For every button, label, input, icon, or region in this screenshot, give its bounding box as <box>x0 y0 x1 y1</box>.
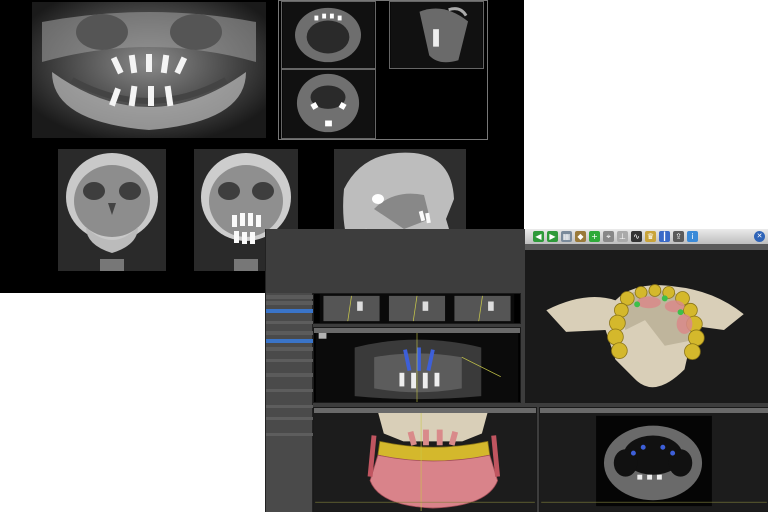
crown-icon[interactable]: ♛ <box>645 231 656 242</box>
implant-planning-software: ◀ ▶ ▦ ◆ + ⌖ ⊥ ∿ ♛ ┃ ⇪ i ✕ <box>265 229 768 512</box>
cross-section-thumbnails[interactable] <box>313 293 521 324</box>
nerve-icon[interactable]: ∿ <box>631 231 642 242</box>
sidebar-item[interactable] <box>266 301 313 305</box>
sidebar-divider <box>266 359 313 362</box>
ct-sagittal-slice <box>389 1 484 69</box>
cube-icon[interactable]: ◆ <box>575 231 586 242</box>
sidebar-divider <box>266 321 313 324</box>
view-header <box>314 408 536 413</box>
sidebar-divider <box>266 417 313 420</box>
add-icon[interactable]: + <box>589 231 600 242</box>
object-sidebar <box>266 293 313 512</box>
sidebar-item[interactable] <box>266 347 313 351</box>
3d-frontal-view[interactable] <box>313 407 537 512</box>
sidebar-item[interactable] <box>266 295 313 299</box>
panoramic-reformat-view[interactable] <box>313 327 521 403</box>
sidebar-divider <box>266 405 313 408</box>
screenshot-collage: ◀ ▶ ▦ ◆ + ⌖ ⊥ ∿ ♛ ┃ ⇪ i ✕ <box>0 0 768 512</box>
panoramic-xray <box>32 2 266 138</box>
sidebar-divider <box>266 433 313 436</box>
close-icon[interactable]: ✕ <box>754 231 765 242</box>
ct-mpr-grid <box>278 0 488 140</box>
sidebar-divider <box>266 389 313 392</box>
info-icon[interactable]: i <box>687 231 698 242</box>
forward-icon[interactable]: ▶ <box>547 231 558 242</box>
back-icon[interactable]: ◀ <box>533 231 544 242</box>
export-icon[interactable]: ⇪ <box>673 231 684 242</box>
ruler-icon[interactable]: ┃ <box>659 231 670 242</box>
sidebar-item-selected[interactable] <box>266 309 313 313</box>
pa-skull-xray-preop <box>58 149 166 271</box>
ct-coronal-slice <box>281 69 376 139</box>
measure-icon[interactable]: ⌖ <box>603 231 614 242</box>
sidebar-item-selected[interactable] <box>266 339 313 343</box>
main-toolbar: ◀ ▶ ▦ ◆ + ⌖ ⊥ ∿ ♛ ┃ ⇪ i ✕ <box>525 229 768 244</box>
axial-ct-view[interactable] <box>539 407 768 512</box>
layout-icon[interactable]: ▦ <box>561 231 572 242</box>
ct-axial-slice <box>281 1 376 69</box>
sidebar-item[interactable] <box>266 331 313 335</box>
view-header <box>540 408 768 413</box>
3d-skull-occlusal-view[interactable] <box>525 250 768 403</box>
implant-icon[interactable]: ⊥ <box>617 231 628 242</box>
view-header <box>314 328 520 333</box>
sidebar-item[interactable] <box>266 373 313 377</box>
